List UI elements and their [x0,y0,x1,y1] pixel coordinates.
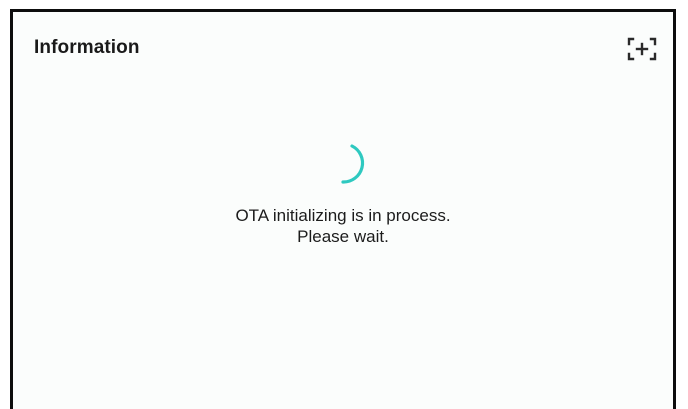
expand-icon [627,37,657,61]
dialog-title: Information [34,37,140,58]
status-message-line-2: Please wait. [297,227,389,246]
information-dialog: Information OTA initializing is in proce… [10,9,676,409]
expand-button[interactable] [625,34,659,64]
status-message-line-1: OTA initializing is in process. [235,206,451,225]
status-message: OTA initializing is in process. Please w… [13,205,673,247]
dialog-header: Information [13,12,673,84]
loading-spinner-icon [341,144,365,184]
